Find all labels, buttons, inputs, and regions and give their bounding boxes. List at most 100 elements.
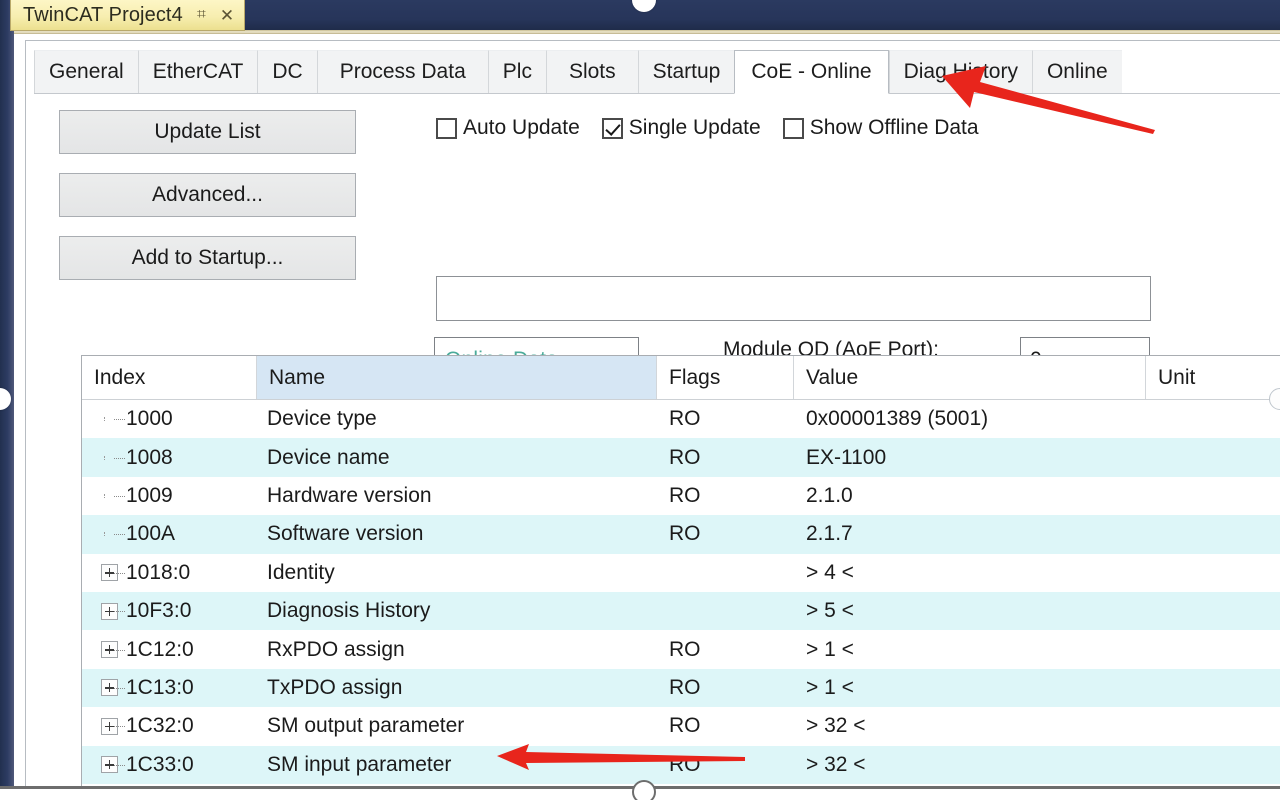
column-header-index[interactable]: Index xyxy=(82,356,257,399)
tab-online[interactable]: Online xyxy=(1031,50,1122,93)
update-list-button[interactable]: Update List xyxy=(59,110,356,154)
tab-process-data[interactable]: Process Data xyxy=(316,50,488,93)
cell-flags: RO xyxy=(669,483,701,507)
table-row[interactable]: 1000 Device type RO 0x00001389 (5001) xyxy=(82,400,1280,438)
row-index-text: 1018:0 xyxy=(126,560,191,584)
expand-toggle[interactable] xyxy=(92,679,126,697)
auto-update-checkbox-row[interactable]: Auto Update xyxy=(436,116,580,140)
table-row[interactable]: 1C33:0 SM input parameter RO > 32 < xyxy=(82,745,1280,784)
cell-name: Diagnosis History xyxy=(267,599,431,623)
cell-value: 0x00001389 (5001) xyxy=(806,407,989,431)
cell-value: > 32 < xyxy=(806,752,866,776)
cell-flags: RO xyxy=(669,714,701,738)
cell-unit xyxy=(1146,746,1280,784)
property-tabstrip: General EtherCAT DC Process Data Plc Slo… xyxy=(34,50,1280,94)
table-row[interactable]: 1008 Device name RO EX-1100 xyxy=(82,438,1280,477)
cell-name: Device type xyxy=(267,407,377,431)
cell-name: Hardware version xyxy=(267,483,432,507)
tab-dc[interactable]: DC xyxy=(257,50,317,93)
cell-flags xyxy=(657,592,794,630)
tab-plc[interactable]: Plc xyxy=(487,50,546,93)
table-row[interactable]: 1018:0 Identity > 4 < xyxy=(82,554,1280,592)
tab-slots[interactable]: Slots xyxy=(545,50,638,93)
expand-toggle[interactable] xyxy=(92,756,126,774)
expand-toggle[interactable] xyxy=(92,641,126,659)
cell-flags: RO xyxy=(669,637,701,661)
cell-index: 1C32:0 xyxy=(82,707,257,745)
show-offline-data-label: Show Offline Data xyxy=(809,116,979,139)
single-update-checkbox[interactable] xyxy=(601,117,623,139)
page-notch-bottom xyxy=(632,780,656,800)
document-tab[interactable]: TwinCAT Project4 ⌗ ✕ xyxy=(10,0,246,31)
expand-toggle[interactable] xyxy=(92,717,126,735)
cell-unit xyxy=(1146,592,1280,630)
tab-coe-online[interactable]: CoE - Online xyxy=(734,50,889,94)
cell-value: > 4 < xyxy=(806,560,854,584)
object-dictionary-table: Index Name Flags Value Unit 1000 Device … xyxy=(81,355,1280,800)
cell-index: 1C12:0 xyxy=(82,630,257,668)
column-header-flags[interactable]: Flags xyxy=(657,356,794,399)
cell-unit xyxy=(1146,438,1280,476)
cell-name: Device name xyxy=(267,445,390,469)
tab-general[interactable]: General xyxy=(34,50,138,93)
toolbar-button-column: Update List Advanced... Add to Startup..… xyxy=(59,110,356,280)
cell-value: > 5 < xyxy=(806,599,854,623)
cell-unit xyxy=(1146,707,1280,745)
expand-toggle[interactable] xyxy=(92,602,126,620)
cell-unit xyxy=(1146,554,1280,592)
close-icon[interactable]: ✕ xyxy=(220,7,234,24)
single-update-label: Single Update xyxy=(628,116,761,139)
cell-value: > 1 < xyxy=(806,675,854,699)
cell-index: 1000 xyxy=(82,400,257,438)
table-row[interactable]: 1C13:0 TxPDO assign RO > 1 < xyxy=(82,668,1280,708)
cell-name: TxPDO assign xyxy=(267,675,403,699)
tab-diag-history[interactable]: Diag History xyxy=(888,50,1032,93)
row-index-text: 1C12:0 xyxy=(126,637,194,661)
cell-name: Identity xyxy=(267,560,335,584)
tab-startup[interactable]: Startup xyxy=(637,50,735,93)
table-header-row: Index Name Flags Value Unit xyxy=(82,356,1280,400)
auto-update-label: Auto Update xyxy=(463,116,580,139)
cell-value: > 1 < xyxy=(806,637,854,661)
add-to-startup-button[interactable]: Add to Startup... xyxy=(59,236,356,280)
row-index-text: 1009 xyxy=(126,483,173,507)
column-header-value[interactable]: Value xyxy=(794,356,1146,399)
expand-toggle[interactable] xyxy=(92,564,126,582)
cell-unit xyxy=(1146,669,1280,707)
column-header-unit[interactable]: Unit xyxy=(1146,356,1280,399)
row-index-text: 100A xyxy=(126,522,176,546)
cell-index: 1C13:0 xyxy=(82,669,257,707)
column-header-name[interactable]: Name xyxy=(257,356,657,399)
row-index-text: 1C33:0 xyxy=(126,752,194,776)
cell-index: 10F3:0 xyxy=(82,592,257,630)
cell-flags: RO xyxy=(669,522,701,546)
cell-flags: RO xyxy=(669,407,701,431)
cell-name: Software version xyxy=(267,522,424,546)
row-index-text: 1000 xyxy=(126,407,173,431)
show-offline-data-checkbox-row[interactable]: Show Offline Data xyxy=(782,116,979,140)
cell-unit xyxy=(1146,630,1280,668)
cell-name: SM input parameter xyxy=(267,752,452,776)
single-update-checkbox-row[interactable]: Single Update xyxy=(601,116,761,140)
table-row[interactable]: 100A Software version RO 2.1.7 xyxy=(82,515,1280,554)
auto-update-checkbox[interactable] xyxy=(436,117,457,139)
show-offline-data-checkbox[interactable] xyxy=(782,117,804,139)
cell-unit xyxy=(1146,477,1280,515)
cell-index: 1008 xyxy=(82,438,257,476)
cell-value: 2.1.7 xyxy=(806,522,853,546)
document-tab-title: TwinCAT Project4 xyxy=(23,3,183,26)
table-row[interactable]: 1C12:0 RxPDO assign RO > 1 < xyxy=(82,630,1280,668)
table-row[interactable]: 1009 Hardware version RO 2.1.0 xyxy=(82,477,1280,515)
pin-icon[interactable]: ⌗ xyxy=(197,7,206,23)
filter-input[interactable] xyxy=(436,276,1151,321)
cell-value: > 32 < xyxy=(806,714,866,738)
row-index-text: 1C13:0 xyxy=(126,675,194,699)
table-row[interactable]: 1C32:0 SM output parameter RO > 32 < xyxy=(82,707,1280,745)
table-row[interactable]: 10F3:0 Diagnosis History > 5 < xyxy=(82,591,1280,631)
advanced-button[interactable]: Advanced... xyxy=(59,173,356,217)
cell-name: SM output parameter xyxy=(267,714,465,738)
row-index-text: 1C32:0 xyxy=(126,714,194,738)
tab-ethercat[interactable]: EtherCAT xyxy=(137,50,258,93)
cell-flags: RO xyxy=(669,675,701,699)
cell-index: 1009 xyxy=(82,477,257,515)
